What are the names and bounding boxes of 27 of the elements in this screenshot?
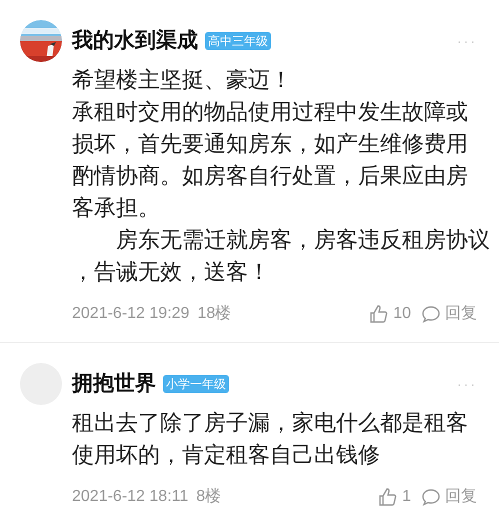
comment-text: 使用坏的，肯定租客自己出钱修 — [72, 441, 381, 469]
timestamp: 2021-6-12 19:29 — [72, 304, 190, 324]
comment-text: 房东无需迁就房客，房客违反租房协议 — [115, 226, 489, 254]
username[interactable]: 我的水到渠成 — [72, 27, 198, 55]
more-menu[interactable]: ··· — [457, 30, 477, 52]
comment-icon — [421, 487, 441, 507]
comment-text: 租出去了除了房子漏，家电什么都是租客 — [72, 409, 469, 437]
reply-link[interactable]: 回复 — [445, 485, 477, 509]
comment-text: 希望楼主坚挺、豪迈！ — [72, 66, 293, 94]
more-menu[interactable]: ··· — [457, 374, 477, 394]
reply-link[interactable]: 回复 — [445, 302, 477, 326]
floor-number: 8楼 — [196, 486, 222, 507]
comment-text: 酌情协商。如房客自行处置，后果应由房 — [72, 162, 469, 190]
floor-number: 18楼 — [197, 304, 232, 324]
timestamp: 2021-6-12 18:11 — [72, 487, 188, 507]
like-count[interactable]: 10 — [393, 302, 411, 326]
comment-text: 损坏，首先要通知房东，如产生维修费用 — [72, 130, 469, 158]
thumbs-up-icon — [378, 487, 398, 507]
comment-icon — [421, 304, 441, 324]
comment-text: 承租时交用的物品使用过程中发生故障或 — [72, 98, 469, 126]
like-count[interactable]: 1 — [402, 485, 411, 509]
username[interactable]: 拥抱世界 — [72, 370, 156, 398]
level-badge: 高中三年级 — [205, 32, 271, 50]
thumbs-up-icon — [369, 304, 390, 324]
comment-text: ，告诫无效，送客！ — [72, 258, 271, 286]
comment-text: 客承担。 — [72, 194, 161, 222]
level-badge: 小学一年级 — [163, 375, 229, 393]
